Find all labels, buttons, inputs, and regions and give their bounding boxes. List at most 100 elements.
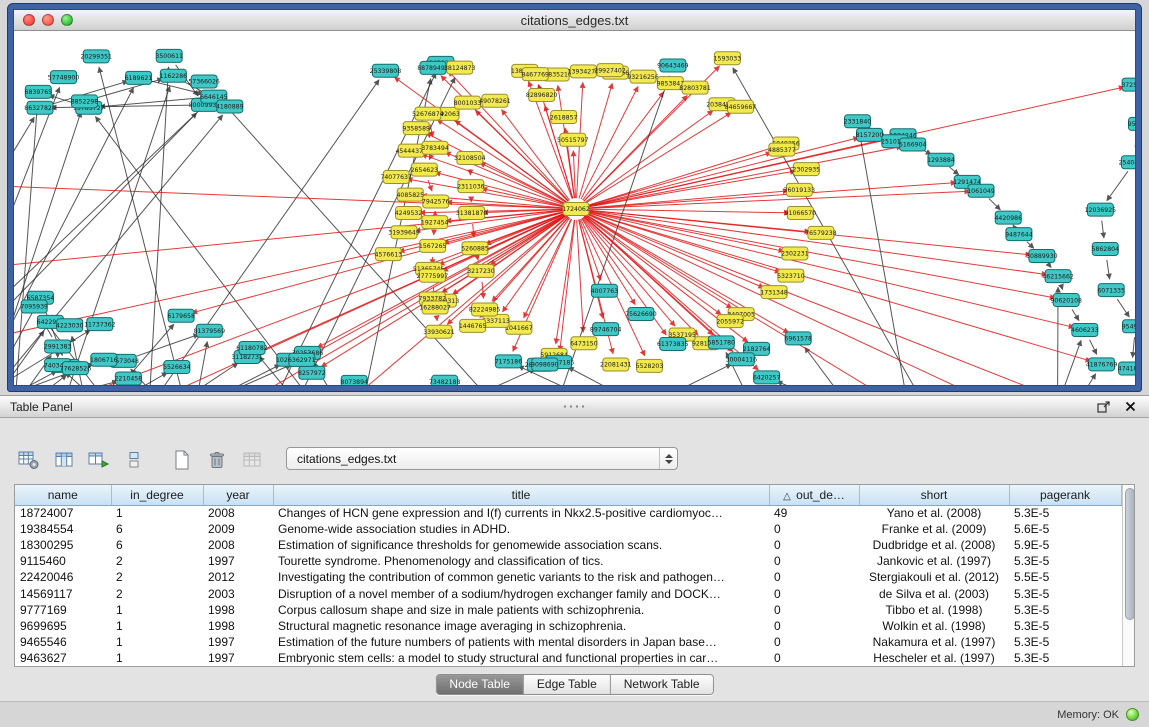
create-column-button[interactable] (169, 447, 195, 473)
graph-node[interactable]: 8467769 (521, 68, 549, 81)
table-cell[interactable]: 19384554 (15, 521, 111, 537)
graph-node[interactable]: 8852298 (71, 95, 99, 108)
table-cell[interactable]: Genome-wide association studies in ADHD. (273, 521, 769, 537)
table-cell[interactable]: 9115460 (15, 553, 111, 569)
table-cell[interactable]: 18300295 (15, 537, 111, 553)
graph-node[interactable]: 2991383 (44, 340, 72, 353)
table-cell[interactable]: 2008 (203, 505, 273, 521)
graph-node[interactable]: 30004116 (726, 353, 758, 366)
table-cell[interactable]: 5.3E-5 (1009, 618, 1121, 634)
table-cell[interactable]: 0 (769, 650, 859, 666)
zoom-window-button[interactable] (61, 14, 73, 26)
graph-node[interactable]: 2302231 (781, 247, 809, 260)
float-panel-icon[interactable] (1095, 399, 1113, 415)
delete-column-button[interactable] (204, 447, 230, 473)
column-header-name[interactable]: name (15, 485, 111, 505)
tab-network-table[interactable]: Network Table (611, 675, 713, 694)
table-cell[interactable]: 1997 (203, 553, 273, 569)
graph-node[interactable]: 4249532 (395, 207, 423, 220)
graph-node[interactable]: 2302935 (793, 163, 821, 176)
graph-node[interactable]: 90643469 (657, 59, 689, 72)
table-cell[interactable]: Stergiakouli et al. (2012) (859, 569, 1009, 585)
table-cell[interactable]: 2009 (203, 521, 273, 537)
table-cell[interactable]: Jankovic et al. (1997) (859, 553, 1009, 569)
graph-node[interactable]: 3217230 (467, 264, 495, 277)
table-cell[interactable]: 14569117 (15, 585, 111, 601)
show-columns-button[interactable] (51, 447, 77, 473)
graph-node[interactable]: 50515797 (557, 133, 589, 146)
table-cell[interactable]: 0 (769, 553, 859, 569)
column-header-in-degree[interactable]: in_degree (111, 485, 203, 505)
graph-node[interactable]: 2311036 (457, 180, 485, 193)
graph-node[interactable]: 25404169 (1119, 156, 1135, 169)
table-cell[interactable]: 1997 (203, 650, 273, 666)
table-cell[interactable]: Franke et al. (2009) (859, 521, 1009, 537)
graph-node[interactable]: 1293884 (927, 153, 955, 166)
table-cell[interactable]: Disruption of a novel member of a sodium… (273, 585, 769, 601)
graph-node[interactable]: 82896820 (526, 88, 558, 101)
splitter-handle[interactable] (562, 404, 588, 409)
graph-node[interactable]: 8001033 (454, 96, 482, 109)
graph-node[interactable]: 74077637 (380, 171, 412, 184)
graph-node[interactable]: 1593033 (714, 52, 742, 65)
table-cell[interactable]: 1 (111, 634, 203, 650)
graph-node[interactable]: 4741887 (1118, 362, 1135, 375)
graph-node[interactable]: 6420257 (753, 371, 781, 384)
table-cell[interactable]: Dudbridge et al. (2008) (859, 537, 1009, 553)
table-cell[interactable]: 1997 (203, 634, 273, 650)
table-row[interactable]: 946554611997Estimation of the future num… (15, 634, 1121, 650)
graph-node[interactable]: 27775997 (417, 269, 449, 282)
table-cell[interactable]: 5.3E-5 (1009, 602, 1121, 618)
graph-node[interactable]: 5528203 (636, 359, 664, 372)
graph-node[interactable]: 4007763 (591, 284, 619, 297)
graph-node[interactable]: 20299351 (80, 50, 112, 63)
graph-node[interactable]: 1927454 (421, 216, 449, 229)
graph-node[interactable]: 89746704 (590, 323, 622, 336)
graph-node[interactable]: 33930621 (423, 325, 455, 338)
table-cell[interactable]: Structural magnetic resonance image aver… (273, 618, 769, 634)
graph-node[interactable]: 5526634 (163, 361, 191, 374)
graph-node[interactable]: 5323710 (777, 269, 805, 282)
graph-node[interactable]: 11737362 (84, 318, 116, 331)
table-cell[interactable]: 2 (111, 585, 203, 601)
graph-node[interactable]: 6189621 (125, 71, 153, 84)
graph-node[interactable]: 52676874 (412, 107, 444, 120)
graph-node[interactable]: 16288027 (419, 301, 451, 314)
graph-node[interactable]: 76579238 (805, 226, 837, 239)
table-row[interactable]: 2242004622012Investigating the contribut… (15, 569, 1121, 585)
table-cell[interactable]: de Silva et al. (2003) (859, 585, 1009, 601)
graph-node[interactable]: 6071335 (1097, 284, 1125, 297)
graph-node[interactable]: 5260885 (461, 242, 489, 255)
table-scrollbar[interactable] (1122, 485, 1135, 666)
graph-node[interactable]: 9098690 (531, 358, 559, 371)
graph-node[interactable]: 6961578 (784, 332, 812, 345)
column-header-pagerank[interactable]: pagerank (1009, 485, 1121, 505)
graph-node[interactable]: 90620108 (1050, 294, 1082, 307)
column-header-short[interactable]: short (859, 485, 1009, 505)
table-selector-combobox[interactable]: citations_edges.txt (286, 447, 678, 470)
graph-node[interactable]: 2331840 (844, 115, 872, 128)
row-options-button[interactable] (121, 447, 147, 473)
table-row[interactable]: 1872400712008Changes of HCN gene express… (15, 505, 1121, 521)
graph-node[interactable]: 2210458 (115, 372, 143, 385)
graph-node[interactable]: 22081431 (600, 358, 632, 371)
graph-node[interactable]: 1806716 (90, 353, 118, 366)
graph-node[interactable]: 4085825 (396, 188, 424, 201)
table-cell[interactable]: 0 (769, 634, 859, 650)
table-cell[interactable]: 6 (111, 537, 203, 553)
close-window-button[interactable] (23, 14, 35, 26)
table-cell[interactable]: Wolkin et al. (1998) (859, 618, 1009, 634)
table-cell[interactable]: 0 (769, 569, 859, 585)
graph-node[interactable]: 5166904 (899, 138, 927, 151)
graph-node[interactable]: 4576613 (375, 248, 403, 261)
table-cell[interactable]: Estimation of the future numbers of pati… (273, 634, 769, 650)
network-canvas[interactable]: 1724062910665707657923823022315323710173… (14, 31, 1135, 385)
table-cell[interactable]: 2008 (203, 537, 273, 553)
graph-node[interactable]: 3500611 (155, 49, 183, 62)
graph-node[interactable]: 4606233 (1071, 323, 1099, 336)
table-cell[interactable]: 0 (769, 537, 859, 553)
graph-node[interactable]: 4420986 (994, 211, 1022, 224)
table-cell[interactable]: 22420046 (15, 569, 111, 585)
graph-node[interactable]: 61180782 (236, 341, 268, 354)
graph-node[interactable]: 1162286 (160, 69, 188, 82)
